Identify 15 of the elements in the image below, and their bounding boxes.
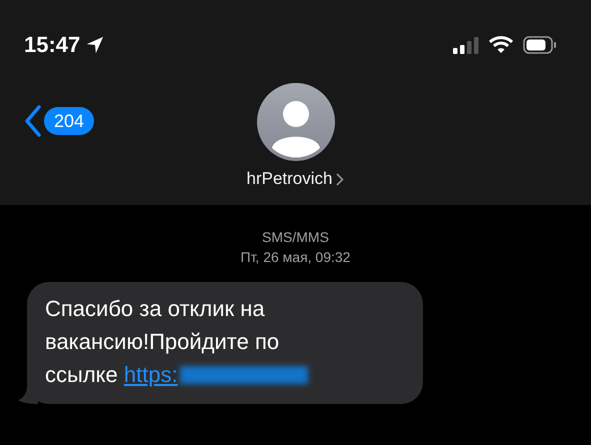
avatar-icon[interactable] — [256, 83, 334, 161]
message-link[interactable]: https: — [124, 362, 178, 387]
signal-icon — [453, 36, 479, 54]
chevron-left-icon — [24, 105, 42, 137]
contact-name-button[interactable]: hrPetrovich — [246, 169, 344, 189]
status-time: 15:47 — [24, 32, 80, 58]
message-date: Пт, 26 мая, 09:32 — [240, 248, 350, 267]
unread-count-badge: 204 — [44, 107, 94, 135]
wifi-icon — [489, 36, 513, 54]
chevron-right-icon — [336, 172, 344, 186]
message-text: Спасибо за отклик на вакансию!Пройдите по ссылке https: — [45, 292, 355, 391]
back-button[interactable]: 204 — [24, 105, 94, 137]
location-arrow-icon — [86, 36, 104, 54]
battery-icon — [523, 36, 557, 54]
service-label: SMS/MMS — [262, 228, 329, 247]
